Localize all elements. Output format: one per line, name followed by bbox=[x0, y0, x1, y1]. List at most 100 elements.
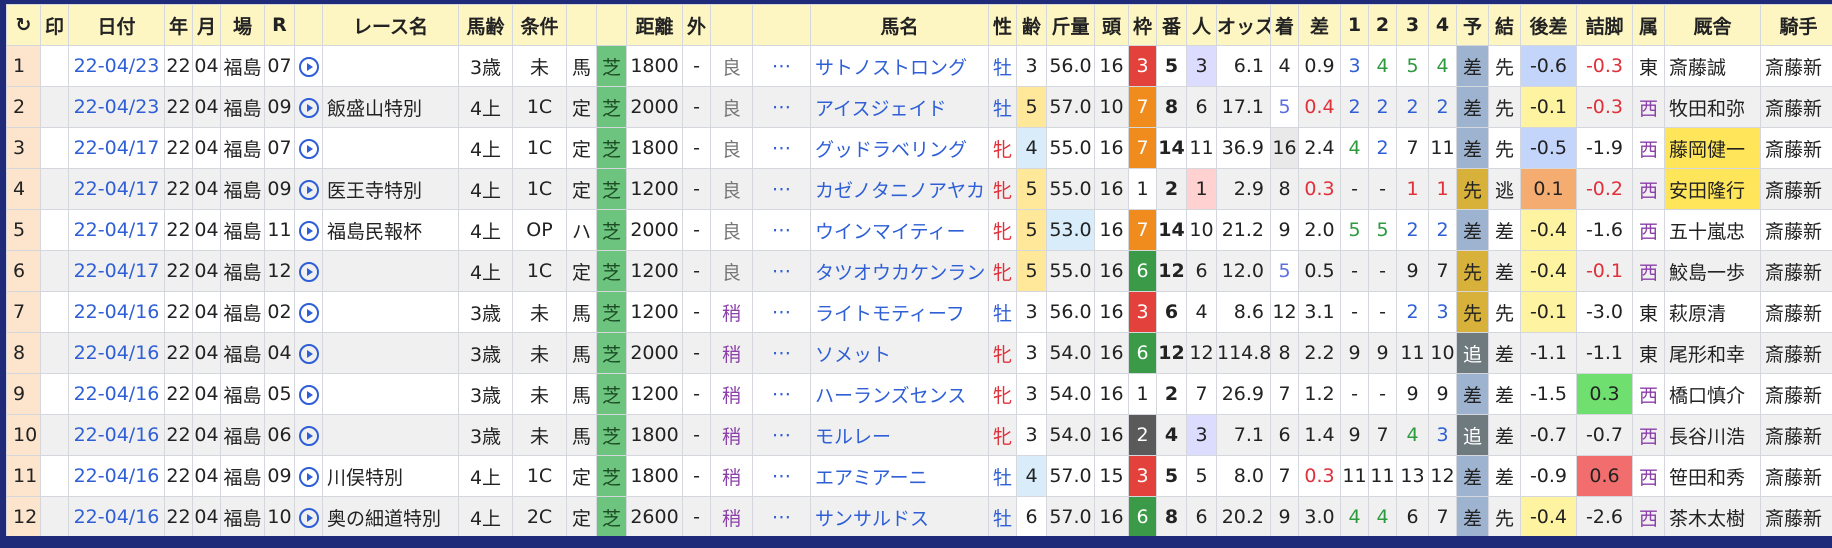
table-row[interactable]: 1 22-04/23 22 04 福島 07 3歳未馬芝 1800- 良 ⋯ サトノストロング牡 3 5… bbox=[6, 45, 1832, 87]
column-header[interactable]: 属 bbox=[1632, 4, 1665, 46]
more-icon[interactable]: ⋯ bbox=[752, 168, 811, 210]
cell-date[interactable]: 22-04/16 bbox=[68, 414, 165, 456]
column-header[interactable]: 枠 bbox=[1128, 4, 1157, 46]
more-icon[interactable]: ⋯ bbox=[752, 455, 811, 497]
column-header[interactable]: 外 bbox=[682, 4, 711, 46]
column-header[interactable]: 人 bbox=[1186, 4, 1217, 46]
column-header[interactable]: 馬名 bbox=[810, 4, 989, 46]
more-icon[interactable]: ⋯ bbox=[752, 332, 811, 374]
column-header[interactable]: 厩舎 bbox=[1664, 4, 1761, 46]
column-header[interactable]: 詰脚 bbox=[1576, 4, 1633, 46]
table-row[interactable]: 4 22-04/17 22 04 福島 09 医王寺特別 4上 1C 定芝 1200- 良 ⋯ カゼノタニ… bbox=[6, 168, 1832, 210]
column-header[interactable]: オッズ bbox=[1216, 4, 1271, 46]
cell-horse[interactable]: ライトモティーフ bbox=[810, 291, 989, 333]
table-row[interactable]: 9 22-04/16 22 04 福島 05 3歳未馬芝 1200- 稍 ⋯ ハーランズセンス牝 3 5… bbox=[6, 373, 1832, 415]
play-icon[interactable] bbox=[298, 466, 319, 487]
cell-horse[interactable]: ウインマイティー bbox=[810, 209, 989, 251]
column-header[interactable]: 差 bbox=[1298, 4, 1341, 46]
column-header[interactable]: 1 bbox=[1340, 4, 1369, 46]
cell-horse[interactable]: グッドラベリング bbox=[810, 127, 989, 169]
cell-play[interactable] bbox=[294, 45, 323, 87]
more-icon[interactable]: ⋯ bbox=[752, 373, 811, 415]
cell-date[interactable]: 22-04/23 bbox=[68, 86, 165, 128]
cell-play[interactable] bbox=[294, 209, 323, 251]
play-icon[interactable] bbox=[298, 302, 319, 323]
play-icon[interactable] bbox=[298, 56, 319, 77]
play-icon[interactable] bbox=[298, 220, 319, 241]
cell-play[interactable] bbox=[294, 168, 323, 210]
table-row[interactable]: 8 22-04/16 22 04 福島 04 3歳未馬芝 2000- 稍 ⋯ ソメット牝 3 54.0 1… bbox=[6, 332, 1832, 374]
more-icon[interactable]: ⋯ bbox=[752, 45, 811, 87]
column-header[interactable]: 齢 bbox=[1016, 4, 1047, 46]
cell-horse[interactable]: アイスジェイド bbox=[810, 86, 989, 128]
cell-horse[interactable]: ハーランズセンス bbox=[810, 373, 989, 415]
cell-date[interactable]: 22-04/17 bbox=[68, 209, 165, 251]
play-icon[interactable] bbox=[298, 384, 319, 405]
column-header[interactable]: 月 bbox=[192, 4, 221, 46]
column-header[interactable]: 結 bbox=[1488, 4, 1521, 46]
table-row[interactable]: 10 22-04/16 22 04 福島 06 3歳未馬芝 1800- 稍 ⋯ モルレー牝 3 54.0… bbox=[6, 414, 1832, 456]
more-icon[interactable]: ⋯ bbox=[752, 209, 811, 251]
cell-date[interactable]: 22-04/17 bbox=[68, 168, 165, 210]
column-header[interactable] bbox=[752, 4, 811, 46]
column-header[interactable]: 馬齢 bbox=[458, 4, 513, 46]
cell-horse[interactable]: タツオウカケンラン bbox=[810, 250, 989, 292]
cell-play[interactable] bbox=[294, 86, 323, 128]
column-header[interactable]: 斤量 bbox=[1046, 4, 1095, 46]
column-header[interactable]: 性 bbox=[988, 4, 1017, 46]
column-header[interactable]: 4 bbox=[1428, 4, 1457, 46]
cell-horse[interactable]: サンサルドス bbox=[810, 496, 989, 536]
cell-play[interactable] bbox=[294, 496, 323, 536]
column-header[interactable]: 後差 bbox=[1520, 4, 1577, 46]
cell-horse[interactable]: サトノストロング bbox=[810, 45, 989, 87]
cell-play[interactable] bbox=[294, 414, 323, 456]
cell-play[interactable] bbox=[294, 127, 323, 169]
play-icon[interactable] bbox=[298, 138, 319, 159]
column-header[interactable] bbox=[294, 4, 323, 46]
more-icon[interactable]: ⋯ bbox=[752, 127, 811, 169]
column-header[interactable]: R bbox=[264, 4, 295, 46]
table-row[interactable]: 5 22-04/17 22 04 福島 11 福島民報杯 4上 OP ハ芝 2000- 良 ⋯ ウインマイ… bbox=[6, 209, 1832, 251]
column-header[interactable]: 日付 bbox=[68, 4, 165, 46]
cell-play[interactable] bbox=[294, 291, 323, 333]
cell-date[interactable]: 22-04/17 bbox=[68, 127, 165, 169]
column-header[interactable]: 予 bbox=[1456, 4, 1489, 46]
column-header[interactable]: 年 bbox=[164, 4, 193, 46]
cell-date[interactable]: 22-04/16 bbox=[68, 332, 165, 374]
play-icon[interactable] bbox=[298, 343, 319, 364]
table-row[interactable]: 12 22-04/16 22 04 福島 10 奥の細道特別 4上 2C 定芝 2600- 稍 ⋯ サンサ… bbox=[6, 496, 1832, 536]
cell-play[interactable] bbox=[294, 250, 323, 292]
cell-play[interactable] bbox=[294, 373, 323, 415]
cell-date[interactable]: 22-04/16 bbox=[68, 455, 165, 497]
cell-horse[interactable]: ソメット bbox=[810, 332, 989, 374]
column-header[interactable]: レース名 bbox=[322, 4, 459, 46]
refresh-icon[interactable]: ↻ bbox=[6, 4, 41, 46]
table-row[interactable]: 3 22-04/17 22 04 福島 07 4上 1C 定芝 1800- 良 ⋯ グッドラベリング牝 4… bbox=[6, 127, 1832, 169]
more-icon[interactable]: ⋯ bbox=[752, 291, 811, 333]
play-icon[interactable] bbox=[298, 507, 319, 528]
cell-play[interactable] bbox=[294, 455, 323, 497]
column-header[interactable]: 3 bbox=[1396, 4, 1429, 46]
column-header[interactable] bbox=[566, 4, 597, 46]
column-header[interactable]: 条件 bbox=[512, 4, 567, 46]
play-icon[interactable] bbox=[298, 179, 319, 200]
play-icon[interactable] bbox=[298, 425, 319, 446]
column-header[interactable]: 印 bbox=[40, 4, 69, 46]
more-icon[interactable]: ⋯ bbox=[752, 414, 811, 456]
column-header[interactable]: 着 bbox=[1270, 4, 1299, 46]
table-row[interactable]: 7 22-04/16 22 04 福島 02 3歳未馬芝 1200- 稍 ⋯ ライトモティーフ牡 3 5… bbox=[6, 291, 1832, 333]
table-row[interactable]: 6 22-04/17 22 04 福島 12 4上 1C 定芝 1200- 良 ⋯ タツオウカケンラン牝… bbox=[6, 250, 1832, 292]
column-header[interactable] bbox=[710, 4, 753, 46]
cell-date[interactable]: 22-04/16 bbox=[68, 496, 165, 536]
table-row[interactable]: 11 22-04/16 22 04 福島 09 川俣特別 4上 1C 定芝 1800- 稍 ⋯ エアミアー… bbox=[6, 455, 1832, 497]
cell-play[interactable] bbox=[294, 332, 323, 374]
play-icon[interactable] bbox=[298, 261, 319, 282]
cell-date[interactable]: 22-04/16 bbox=[68, 291, 165, 333]
more-icon[interactable]: ⋯ bbox=[752, 496, 811, 536]
more-icon[interactable]: ⋯ bbox=[752, 86, 811, 128]
column-header[interactable]: 2 bbox=[1368, 4, 1397, 46]
cell-date[interactable]: 22-04/16 bbox=[68, 373, 165, 415]
cell-horse[interactable]: モルレー bbox=[810, 414, 989, 456]
column-header[interactable] bbox=[596, 4, 627, 46]
cell-horse[interactable]: エアミアーニ bbox=[810, 455, 989, 497]
